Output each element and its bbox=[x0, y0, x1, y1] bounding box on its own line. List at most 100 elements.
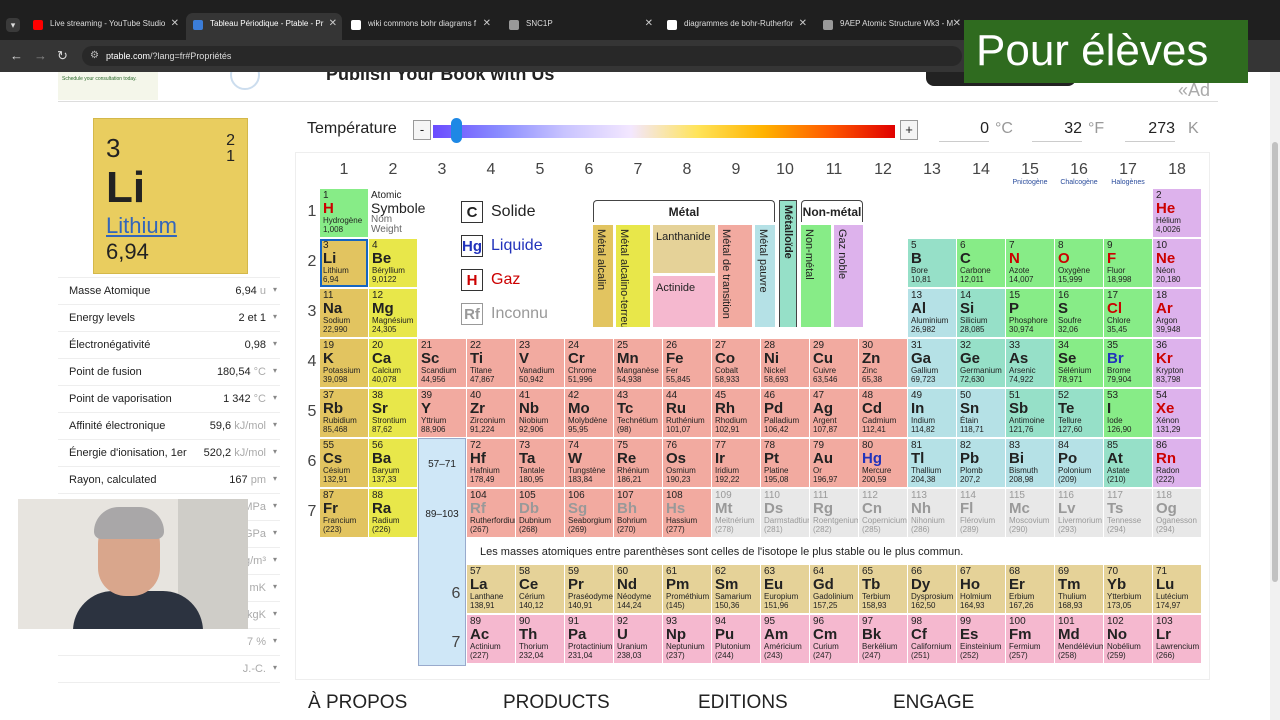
temperature-slider[interactable] bbox=[433, 125, 895, 138]
group-name[interactable]: Halogènes bbox=[1098, 179, 1158, 186]
close-icon[interactable]: ✕ bbox=[953, 18, 961, 29]
element-cell-ag[interactable]: 47 Ag Argent 107,87 bbox=[810, 389, 858, 437]
property-row[interactable]: Électronégativité 0,98 ▾ bbox=[58, 332, 280, 359]
element-cell-cl[interactable]: 17 Cl Chlore 35,45 bbox=[1104, 289, 1152, 337]
element-cell-rn[interactable]: 86 Rn Radon (222) bbox=[1153, 439, 1201, 487]
browser-tab[interactable]: 9AEP Atomic Structure Wk3 - M ✕ bbox=[816, 13, 966, 40]
chevron-down-icon[interactable]: ▾ bbox=[273, 501, 277, 510]
element-cell-ta[interactable]: 73 Ta Tantale 180,95 bbox=[516, 439, 564, 487]
element-cell-ar[interactable]: 18 Ar Argon 39,948 bbox=[1153, 289, 1201, 337]
group-number[interactable]: 17 bbox=[1104, 161, 1152, 179]
group-number[interactable]: 11 bbox=[810, 161, 858, 179]
element-cell-bh[interactable]: 107 Bh Bohrium (270) bbox=[614, 489, 662, 537]
category-alkali[interactable]: Métal alcalin bbox=[593, 225, 613, 327]
element-cell-in[interactable]: 49 In Indium 114,82 bbox=[908, 389, 956, 437]
chevron-down-icon[interactable]: ▾ bbox=[273, 636, 277, 645]
group-number[interactable]: 18 bbox=[1153, 161, 1201, 179]
element-cell-cm[interactable]: 96 Cm Curium (247) bbox=[810, 615, 858, 663]
browser-tab[interactable]: Live streaming - YouTube Studio ✕ bbox=[26, 13, 184, 40]
element-cell-yb[interactable]: 70 Yb Ytterbium 173,05 bbox=[1104, 565, 1152, 613]
property-row[interactable]: Point de vaporisation 1 342 °C ▾ bbox=[58, 386, 280, 413]
element-cell-fm[interactable]: 100 Fm Fermium (257) bbox=[1006, 615, 1054, 663]
element-cell-be[interactable]: 4 Be Béryllium 9,0122 bbox=[369, 239, 417, 287]
element-cell-li[interactable]: 3 Li Lithium 6,94 bbox=[320, 239, 368, 287]
element-cell-as[interactable]: 33 As Arsenic 74,922 bbox=[1006, 339, 1054, 387]
tab-search-icon[interactable]: ▾ bbox=[6, 18, 20, 32]
metal-header[interactable]: Métal bbox=[593, 200, 775, 222]
forward-icon[interactable]: → bbox=[34, 48, 47, 63]
temperature-minus-button[interactable]: - bbox=[413, 120, 431, 140]
element-cell-xe[interactable]: 54 Xe Xénon 131,29 bbox=[1153, 389, 1201, 437]
element-cell-ba[interactable]: 56 Ba Baryum 137,33 bbox=[369, 439, 417, 487]
f-block-placeholder[interactable]: 57–71 89–103 bbox=[418, 438, 466, 666]
element-cell-nd[interactable]: 60 Nd Néodyme 144,24 bbox=[614, 565, 662, 613]
element-cell-rb[interactable]: 37 Rb Rubidium 85,468 bbox=[320, 389, 368, 437]
element-cell-re[interactable]: 75 Re Rhénium 186,21 bbox=[614, 439, 662, 487]
group-number[interactable]: 4 bbox=[467, 161, 515, 179]
element-cell-ho[interactable]: 67 Ho Holmium 164,93 bbox=[957, 565, 1005, 613]
element-cell-co[interactable]: 27 Co Cobalt 58,933 bbox=[712, 339, 760, 387]
fahrenheit-field[interactable]: 32 bbox=[1032, 120, 1082, 142]
period-number[interactable]: 7 bbox=[305, 503, 319, 521]
element-cell-zr[interactable]: 40 Zr Zirconium 91,224 bbox=[467, 389, 515, 437]
ad-tag[interactable]: «Ad bbox=[1178, 80, 1210, 101]
element-cell-br[interactable]: 35 Br Brome 79,904 bbox=[1104, 339, 1152, 387]
element-cell-eu[interactable]: 63 Eu Europium 151,96 bbox=[761, 565, 809, 613]
property-row[interactable]: Énergie d'ionisation, 1er 520,2 kJ/mol ▾ bbox=[58, 440, 280, 467]
element-cell-p[interactable]: 15 P Phosphore 30,974 bbox=[1006, 289, 1054, 337]
element-cell-sb[interactable]: 51 Sb Antimoine 121,76 bbox=[1006, 389, 1054, 437]
footer-link[interactable]: ENGAGE bbox=[893, 692, 974, 714]
element-cell-lv[interactable]: 116 Lv Livermorium (293) bbox=[1055, 489, 1103, 537]
period-number[interactable]: 4 bbox=[305, 353, 319, 371]
element-cell-cr[interactable]: 24 Cr Chrome 51,996 bbox=[565, 339, 613, 387]
reload-icon[interactable]: ↻ bbox=[57, 48, 68, 64]
element-cell-cu[interactable]: 29 Cu Cuivre 63,546 bbox=[810, 339, 858, 387]
element-cell-mo[interactable]: 42 Mo Molybdène 95,95 bbox=[565, 389, 613, 437]
group-number[interactable]: 13 bbox=[908, 161, 956, 179]
scrollbar[interactable] bbox=[1270, 72, 1280, 720]
element-cell-sc[interactable]: 21 Sc Scandium 44,956 bbox=[418, 339, 466, 387]
element-cell-pt[interactable]: 78 Pt Platine 195,08 bbox=[761, 439, 809, 487]
group-number[interactable]: 16 bbox=[1055, 161, 1103, 179]
period-number[interactable]: 1 bbox=[305, 203, 319, 221]
element-cell-sg[interactable]: 106 Sg Seaborgium (269) bbox=[565, 489, 613, 537]
element-cell-bi[interactable]: 83 Bi Bismuth 208,98 bbox=[1006, 439, 1054, 487]
close-icon[interactable]: ✕ bbox=[645, 18, 653, 29]
element-cell-ds[interactable]: 110 Ds Darmstadtium (281) bbox=[761, 489, 809, 537]
chevron-down-icon[interactable]: ▾ bbox=[273, 555, 277, 564]
element-cell-lr[interactable]: 103 Lr Lawrencium (266) bbox=[1153, 615, 1201, 663]
element-cell-og[interactable]: 118 Og Oganesson (294) bbox=[1153, 489, 1201, 537]
period-number[interactable]: 5 bbox=[305, 403, 319, 421]
scrollbar-thumb[interactable] bbox=[1272, 142, 1278, 582]
element-cell-th[interactable]: 90 Th Thorium 232,04 bbox=[516, 615, 564, 663]
browser-tab[interactable]: Tableau Périodique - Ptable - Pr ✕ bbox=[186, 13, 342, 40]
element-cell-hg[interactable]: 80 Hg Mercure 200,59 bbox=[859, 439, 907, 487]
element-cell-tl[interactable]: 81 Tl Thallium 204,38 bbox=[908, 439, 956, 487]
element-cell-tm[interactable]: 69 Tm Thulium 168,93 bbox=[1055, 565, 1103, 613]
group-number[interactable]: 9 bbox=[712, 161, 760, 179]
element-cell-cd[interactable]: 48 Cd Cadmium 112,41 bbox=[859, 389, 907, 437]
element-cell-pb[interactable]: 82 Pb Plomb 207,2 bbox=[957, 439, 1005, 487]
element-cell-mt[interactable]: 109 Mt Meitnérium (278) bbox=[712, 489, 760, 537]
element-cell-n[interactable]: 7 N Azote 14,007 bbox=[1006, 239, 1054, 287]
chevron-down-icon[interactable]: ▾ bbox=[273, 393, 277, 402]
element-cell-ac[interactable]: 89 Ac Actinium (227) bbox=[467, 615, 515, 663]
footer-link[interactable]: PRODUCTS bbox=[503, 692, 610, 714]
celsius-field[interactable]: 0 bbox=[939, 120, 989, 142]
element-cell-te[interactable]: 52 Te Tellure 127,60 bbox=[1055, 389, 1103, 437]
element-cell-o[interactable]: 8 O Oxygène 15,999 bbox=[1055, 239, 1103, 287]
element-cell-k[interactable]: 19 K Potassium 39,098 bbox=[320, 339, 368, 387]
element-cell-ra[interactable]: 88 Ra Radium (226) bbox=[369, 489, 417, 537]
group-number[interactable]: 3 bbox=[418, 161, 466, 179]
period-number[interactable]: 6 bbox=[305, 453, 319, 471]
ad-headline[interactable]: Publish Your Book with Us bbox=[326, 72, 554, 85]
element-cell-np[interactable]: 93 Np Neptunium (237) bbox=[663, 615, 711, 663]
chevron-down-icon[interactable]: ▾ bbox=[273, 474, 277, 483]
element-cell-v[interactable]: 23 V Vanadium 50,942 bbox=[516, 339, 564, 387]
element-cell-tb[interactable]: 65 Tb Terbium 158,93 bbox=[859, 565, 907, 613]
element-cell-ce[interactable]: 58 Ce Cérium 140,12 bbox=[516, 565, 564, 613]
element-cell-ti[interactable]: 22 Ti Titane 47,867 bbox=[467, 339, 515, 387]
element-cell-pr[interactable]: 59 Pr Praséodyme 140,91 bbox=[565, 565, 613, 613]
element-cell-s[interactable]: 16 S Soufre 32,06 bbox=[1055, 289, 1103, 337]
element-cell-w[interactable]: 74 W Tungstène 183,84 bbox=[565, 439, 613, 487]
